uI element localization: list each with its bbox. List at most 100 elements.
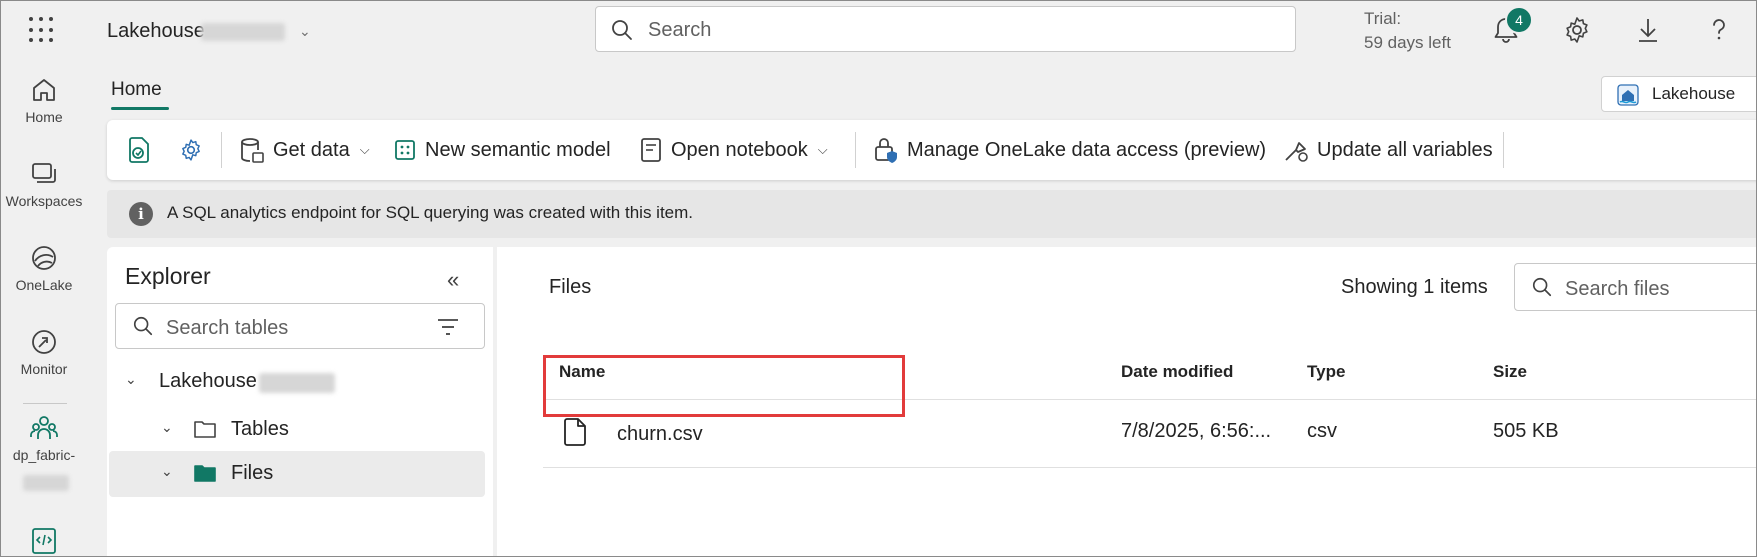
notebook-icon (641, 138, 661, 162)
tab-home-indicator (111, 107, 169, 110)
onelake-icon (32, 246, 56, 270)
file-type: csv (1307, 420, 1337, 442)
item-name[interactable]: Lakehouse (107, 20, 205, 43)
refresh-button[interactable] (127, 120, 161, 180)
left-rail: Home Workspaces OneLake Monitor dp_fabri… (1, 63, 87, 556)
top-bar: Lakehouse ⌄ Trial: 59 days left 4 (1, 1, 1756, 63)
redacted-name (201, 23, 285, 41)
folder-icon (194, 421, 216, 438)
open-notebook-label: Open notebook (671, 138, 808, 161)
redacted-name (23, 475, 69, 491)
global-search[interactable] (595, 6, 1296, 52)
trial-days-left: 59 days left (1364, 33, 1451, 52)
file-size: 505 KB (1493, 420, 1559, 442)
database-icon (241, 138, 264, 163)
rail-item-code[interactable] (1, 525, 87, 556)
monitor-icon (32, 330, 56, 354)
workspaces-icon (32, 163, 56, 183)
code-icon (32, 528, 56, 554)
help-icon[interactable] (1702, 13, 1736, 47)
rail-item-workspace[interactable]: dp_fabric- (1, 413, 87, 491)
search-icon (1532, 277, 1552, 297)
redacted-name (259, 373, 335, 393)
rail-item-workspaces[interactable]: Workspaces (1, 159, 87, 209)
download-icon[interactable] (1631, 13, 1665, 47)
info-message-bar: i A SQL analytics endpoint for SQL query… (107, 190, 1756, 238)
trial-label: Trial: (1364, 9, 1402, 28)
update-all-variables-button[interactable]: Update all variables (1283, 120, 1493, 180)
chevron-down-icon[interactable]: ⌄ (161, 463, 173, 480)
get-data-label: Get data (273, 138, 350, 161)
column-header-date-modified[interactable]: Date modified (1121, 362, 1233, 382)
search-files[interactable] (1514, 263, 1756, 311)
home-icon (33, 79, 55, 101)
chevron-down-icon[interactable]: ⌄ (299, 23, 311, 40)
app-launcher-icon[interactable] (29, 17, 55, 43)
rail-divider (23, 403, 67, 404)
tree-item-label: Lakehouse (159, 370, 257, 392)
rail-item-monitor[interactable]: Monitor (1, 327, 87, 377)
tree-item-label: Files (231, 462, 274, 484)
item-count: Showing 1 items (1341, 276, 1488, 298)
search-icon (133, 316, 153, 336)
lakehouse-icon (1617, 84, 1639, 106)
chevron-down-icon: ⌵ (817, 142, 828, 157)
explorer-panel: Explorer « ⌄ Lakehouse ⌄ Tables (107, 247, 493, 556)
variables-icon (1285, 142, 1308, 162)
file-name[interactable]: churn.csv (617, 423, 703, 446)
new-semantic-model-button[interactable]: New semantic model (393, 120, 611, 180)
explorer-title: Explorer (125, 263, 211, 289)
info-icon: i (129, 202, 153, 226)
collapse-panel-icon[interactable]: « (447, 267, 459, 293)
ribbon-separator (1503, 132, 1504, 168)
ribbon-separator (855, 132, 856, 168)
chevron-down-icon[interactable]: ⌄ (125, 371, 137, 388)
manage-onelake-access-label: Manage OneLake data access (preview) (907, 138, 1267, 161)
search-tables[interactable] (115, 303, 485, 349)
settings-button[interactable] (177, 120, 213, 180)
get-data-button[interactable]: Get data ⌵ (239, 120, 370, 180)
new-semantic-model-label: New semantic model (425, 138, 611, 161)
rail-label: OneLake (15, 277, 73, 293)
rail-label: Monitor (20, 361, 68, 377)
row-divider (543, 467, 1756, 468)
gear-icon[interactable] (1560, 13, 1594, 47)
rail-item-onelake[interactable]: OneLake (1, 243, 87, 293)
chevron-down-icon[interactable]: ⌄ (161, 419, 173, 436)
rail-label: dp_fabric- (12, 447, 76, 463)
column-header-size[interactable]: Size (1493, 362, 1527, 382)
column-header-type[interactable]: Type (1307, 362, 1345, 382)
file-date-modified: 7/8/2025, 6:56:... (1121, 420, 1272, 442)
highlight-annotation (543, 355, 905, 417)
folder-filled-icon (194, 465, 216, 482)
files-pane: Files Showing 1 items Name Date modified… (497, 247, 1756, 556)
info-message: A SQL analytics endpoint for SQL queryin… (167, 203, 694, 222)
files-pane-title: Files (549, 276, 592, 298)
tab-home[interactable]: Home (111, 79, 162, 101)
search-icon (612, 20, 632, 40)
filter-icon[interactable] (436, 317, 460, 337)
item-type-switcher[interactable]: Lakehouse (1601, 76, 1756, 112)
open-notebook-button[interactable]: Open notebook ⌵ (639, 120, 828, 180)
tree-item-tables[interactable]: ⌄ Tables (107, 407, 483, 453)
rail-item-home[interactable]: Home (1, 75, 87, 125)
file-icon (564, 418, 586, 446)
update-all-variables-label: Update all variables (1317, 138, 1493, 161)
tree-item-lakehouse[interactable]: ⌄ Lakehouse (107, 359, 483, 405)
tree-item-files[interactable]: ⌄ Files (109, 451, 485, 497)
chevron-down-icon: ⌵ (359, 142, 370, 157)
global-search-input[interactable] (646, 16, 1250, 44)
trial-status: Trial: 59 days left (1364, 7, 1451, 55)
search-tables-input[interactable] (164, 314, 428, 342)
tree-item-label: Tables (231, 418, 289, 440)
file-refresh-icon (129, 137, 149, 163)
ribbon-separator (221, 132, 222, 168)
notification-badge: 4 (1505, 6, 1533, 34)
rail-label: Workspaces (5, 193, 83, 209)
manage-onelake-access-button[interactable]: Manage OneLake data access (preview) (873, 120, 1266, 180)
semantic-model-icon (395, 140, 415, 160)
gear-icon (182, 139, 200, 161)
search-files-input[interactable] (1563, 275, 1756, 303)
app-window: Lakehouse ⌄ Trial: 59 days left 4 (0, 0, 1757, 557)
workspace-group-icon (30, 416, 58, 439)
